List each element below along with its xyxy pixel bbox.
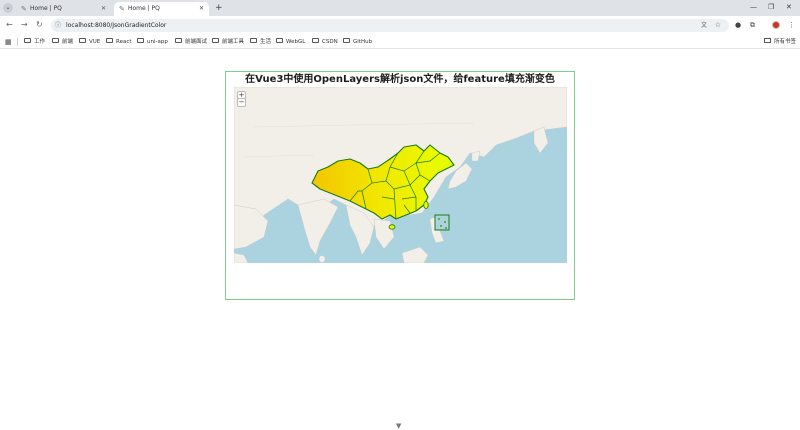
page-favicon-icon: ✎ xyxy=(21,5,27,13)
landmass-kamchatka xyxy=(533,126,549,154)
bookmark-label: GitHub xyxy=(353,39,373,45)
bookmark-folder[interactable]: React xyxy=(106,35,132,49)
folder-icon xyxy=(764,38,771,43)
tab-search-icon[interactable]: ⌄ xyxy=(3,3,13,13)
all-bookmarks-folder[interactable]: 所有书签 xyxy=(764,35,796,49)
tab-strip: ⌄ ✎ Home | PQ ✕ ✎ Home | PQ ✕ + — ❐ ✕ xyxy=(0,0,800,16)
folder-icon xyxy=(175,38,182,43)
reload-icon[interactable]: ↻ xyxy=(36,19,43,31)
page-title: 在Vue3中使用OpenLayers解析json文件，给feature填充渐变色 xyxy=(245,74,555,85)
landmass-borneo xyxy=(401,246,429,263)
folder-icon xyxy=(212,38,219,43)
folder-icon xyxy=(52,38,59,43)
zoom-control: + − xyxy=(237,91,246,107)
bookmark-label: 前端工具 xyxy=(222,39,245,45)
close-tab-icon[interactable]: ✕ xyxy=(101,2,106,16)
landmass-srilanka xyxy=(318,255,326,263)
tab-home-1[interactable]: ✎ Home | PQ ✕ xyxy=(16,2,111,16)
basemap xyxy=(234,87,567,263)
close-tab-icon[interactable]: ✕ xyxy=(199,2,204,16)
folder-icon xyxy=(250,38,257,43)
close-window-icon[interactable]: ✕ xyxy=(786,2,792,13)
tab-home-2[interactable]: ✎ Home | PQ ✕ xyxy=(114,2,209,16)
back-icon[interactable]: ← xyxy=(6,19,13,31)
tab-title: Home | PQ xyxy=(128,5,160,12)
bookmark-label: React xyxy=(116,39,132,45)
new-tab-button[interactable]: + xyxy=(215,2,223,15)
map-view[interactable]: + − xyxy=(234,87,567,263)
bookmark-folder[interactable]: uni-app xyxy=(137,35,168,49)
folder-icon xyxy=(312,38,319,43)
tab-title: Home | PQ xyxy=(30,5,62,12)
restore-icon[interactable]: ❐ xyxy=(768,2,774,13)
scroll-down-icon[interactable]: ▼ xyxy=(396,422,401,430)
map-panel: 在Vue3中使用OpenLayers解析json文件，给feature填充渐变色 xyxy=(225,71,575,300)
folder-icon xyxy=(24,38,31,43)
bookmark-folder[interactable]: VUE xyxy=(79,35,100,49)
bookmarks-divider xyxy=(17,38,18,46)
minimize-icon[interactable]: — xyxy=(750,2,757,13)
site-info-icon[interactable]: ⓘ xyxy=(55,19,61,32)
bookmark-label: 生活 xyxy=(260,39,272,45)
bookmark-folder[interactable]: 工作 xyxy=(24,35,45,49)
taiwan-feature xyxy=(423,201,429,210)
folder-icon xyxy=(343,38,350,43)
folder-icon xyxy=(137,38,144,43)
bookmark-label: 工作 xyxy=(34,39,46,45)
profile-avatar[interactable] xyxy=(772,21,780,29)
folder-icon xyxy=(106,38,113,43)
landmass-hokkaido xyxy=(471,150,481,162)
menu-icon[interactable]: ⋮ xyxy=(788,20,795,31)
bookmark-folder[interactable]: 前端工具 xyxy=(212,35,244,49)
bookmark-label: 前端面试 xyxy=(185,39,208,45)
hainan-feature xyxy=(388,224,396,230)
url-text[interactable]: localhost:8080/JsonGradientColor xyxy=(66,19,166,32)
bookmark-folder[interactable]: 前端面试 xyxy=(175,35,207,49)
browser-toolbar: ← → ↻ ⓘ localhost:8080/JsonGradientColor… xyxy=(0,16,800,35)
extension-icon[interactable]: ● xyxy=(735,20,741,31)
translate-icon[interactable]: 文 xyxy=(701,19,707,32)
apps-grid-icon[interactable]: ▦ xyxy=(5,37,12,47)
bookmark-label: uni-app xyxy=(147,39,168,45)
landmass-indochina xyxy=(373,218,395,250)
bookmark-folder[interactable]: GitHub xyxy=(343,35,372,49)
landmass-india xyxy=(297,198,339,256)
extensions-puzzle-icon[interactable]: ⧉ xyxy=(750,20,755,31)
landmass-africa xyxy=(234,252,249,263)
bookmarks-bar: ▦ 工作 前端 VUE React uni-app 前端面试 前端工具 生活 W… xyxy=(0,35,800,49)
bookmark-label: 前端 xyxy=(62,39,74,45)
page-favicon-icon: ✎ xyxy=(119,5,125,13)
bookmark-label: 所有书签 xyxy=(774,39,797,45)
bookmark-folder[interactable]: 前端 xyxy=(52,35,73,49)
bookmark-folder[interactable]: WebGL xyxy=(276,35,305,49)
bookmark-label: CSDN xyxy=(322,39,338,45)
folder-icon xyxy=(276,38,283,43)
folder-icon xyxy=(79,38,86,43)
bookmark-folder[interactable]: 生活 xyxy=(250,35,271,49)
address-bar[interactable]: ⓘ localhost:8080/JsonGradientColor 文 ☆ xyxy=(51,19,729,32)
bookmark-label: VUE xyxy=(89,39,101,45)
bookmark-star-icon[interactable]: ☆ xyxy=(715,19,721,32)
bookmark-folder[interactable]: CSDN xyxy=(312,35,338,49)
bookmark-label: WebGL xyxy=(286,39,306,45)
forward-icon[interactable]: → xyxy=(21,19,28,31)
zoom-out-button[interactable]: − xyxy=(237,99,246,107)
